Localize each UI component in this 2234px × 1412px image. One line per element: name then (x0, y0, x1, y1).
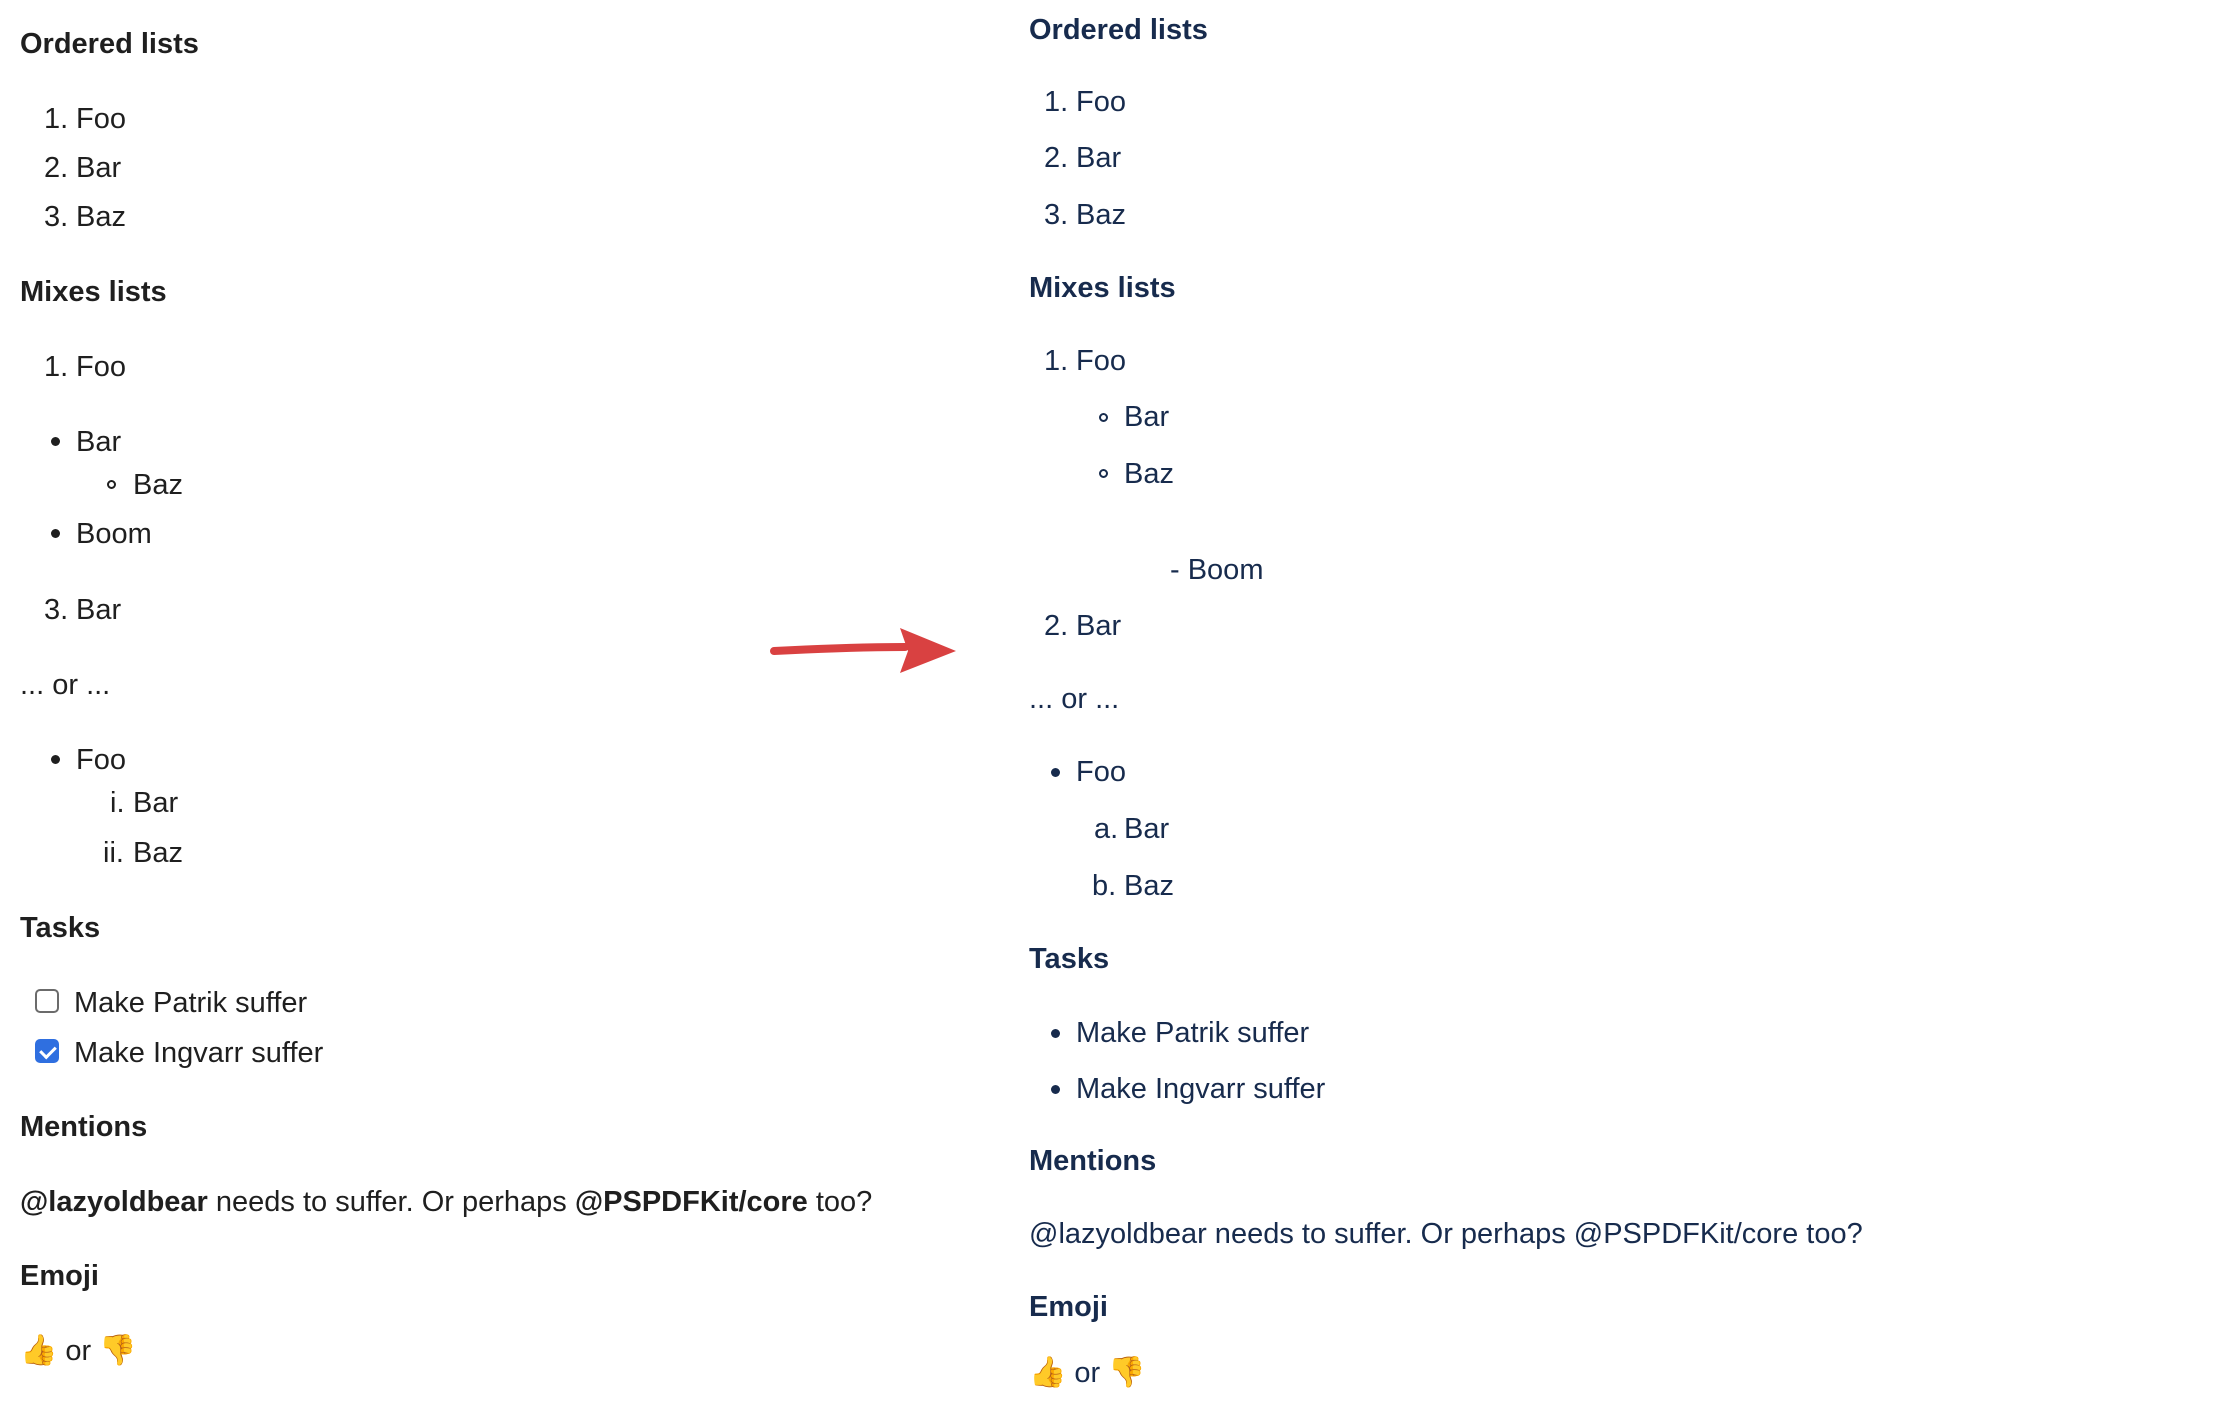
comparison-arrow (770, 628, 956, 673)
ordered-list-item: Foo (76, 103, 126, 135)
before-panel: Ordered lists 1. Foo 2. Bar 3. Baz Mixes… (0, 0, 980, 1412)
task-checkbox-unchecked[interactable] (35, 989, 59, 1013)
ordered-list-marker: 3. (1044, 199, 1069, 231)
task-label: Make Patrik suffer (74, 987, 308, 1019)
section-title-emoji: Emoji (1029, 1291, 1108, 1323)
sub-bullet-item: Baz (1124, 458, 1174, 490)
bullet-dot (1051, 1029, 1060, 1038)
thumbs-up-icon: 👍 (1029, 1355, 1067, 1390)
roman-item: Baz (133, 837, 183, 869)
section-title-mentions: Mentions (20, 1111, 148, 1143)
thumbs-down-icon: 👎 (99, 1333, 137, 1368)
sub-bullet-item: Baz (133, 469, 183, 501)
thumbs-up-icon: 👍 (20, 1333, 58, 1368)
ordered-list-marker: 1. (44, 103, 69, 135)
section-title-ordered-lists: Ordered lists (20, 28, 199, 60)
section-title-emoji: Emoji (20, 1260, 99, 1292)
task-label: Make Ingvarr suffer (74, 1037, 324, 1069)
bullet-item: Boom (76, 518, 152, 550)
section-title-tasks: Tasks (1029, 943, 1110, 975)
alpha-marker: b. (1092, 870, 1117, 902)
section-title-ordered-lists: Ordered lists (1029, 14, 1208, 46)
bullet-item: Foo (76, 744, 126, 776)
thumbs-down-icon: 👎 (1108, 1355, 1146, 1390)
ordered-list-item: Foo (1076, 86, 1126, 118)
emoji-or: or (1066, 1357, 1109, 1389)
dash-text: - Boom (1170, 554, 1264, 586)
ordered-list-marker: 2. (1044, 142, 1069, 174)
sub-bullet-item: Bar (1124, 401, 1170, 433)
emoji-or: or (57, 1335, 100, 1367)
bullet-dot (1051, 1085, 1060, 1094)
bullet-item: Foo (1076, 756, 1126, 788)
ordered-list-item: Foo (76, 351, 126, 383)
mention-text: needs to suffer. Or perhaps (207, 1186, 575, 1218)
or-text: ... or ... (1029, 683, 1120, 715)
bullet-dot (1051, 768, 1060, 777)
or-text: ... or ... (20, 669, 111, 701)
alpha-item: Bar (1124, 813, 1170, 845)
ordered-list-marker: 3. (44, 201, 69, 233)
emoji-paragraph: 👍 or 👎 (1029, 1357, 1146, 1390)
after-panel: Ordered lists 1. Foo 2. Bar 3. Baz Mixes… (1028, 0, 2218, 1412)
ordered-list-item: Bar (1076, 142, 1122, 174)
sub-bullet-circle (1099, 413, 1108, 422)
bullet-dot (51, 755, 60, 764)
roman-item: Bar (133, 787, 179, 819)
emoji-paragraph: 👍 or 👎 (20, 1335, 137, 1368)
mentions-paragraph: @lazyoldbear needs to suffer. Or perhaps… (20, 1186, 872, 1219)
ordered-list-item: Baz (76, 201, 126, 233)
alpha-marker: a. (1094, 813, 1119, 845)
ordered-list-item: Baz (1076, 199, 1126, 231)
mention-user[interactable]: @lazyoldbear (20, 1186, 208, 1218)
section-title-mentions: Mentions (1029, 1145, 1157, 1177)
task-checkbox-checked[interactable] (35, 1039, 59, 1063)
ordered-list-item: Bar (76, 594, 122, 626)
task-item: Make Ingvarr suffer (1076, 1073, 1326, 1105)
ordered-list-marker: 2. (1044, 610, 1069, 642)
ordered-list-marker: 1. (1044, 345, 1069, 377)
section-title-tasks: Tasks (20, 912, 101, 944)
mention-team[interactable]: @PSPDFKit/core (575, 1186, 808, 1218)
bullet-dot (51, 437, 60, 446)
mentions-paragraph: @lazyoldbear needs to suffer. Or perhaps… (1029, 1218, 1863, 1250)
section-title-mixes-lists: Mixes lists (20, 276, 167, 308)
ordered-list-marker: 3. (44, 594, 69, 626)
alpha-item: Baz (1124, 870, 1174, 902)
task-item: Make Patrik suffer (1076, 1017, 1310, 1049)
section-title-mixes-lists: Mixes lists (1029, 272, 1176, 304)
sub-bullet-circle (1099, 469, 1108, 478)
roman-marker: ii. (103, 837, 124, 869)
roman-marker: i. (110, 787, 125, 819)
ordered-list-item: Foo (1076, 345, 1126, 377)
ordered-list-marker: 2. (44, 152, 69, 184)
sub-bullet-circle (107, 480, 116, 489)
bullet-dot (51, 529, 60, 538)
ordered-list-marker: 1. (1044, 86, 1069, 118)
ordered-list-item: Bar (1076, 610, 1122, 642)
bullet-item: Bar (76, 426, 122, 458)
mention-tail: too? (807, 1186, 873, 1218)
ordered-list-marker: 1. (44, 351, 69, 383)
ordered-list-item: Bar (76, 152, 122, 184)
